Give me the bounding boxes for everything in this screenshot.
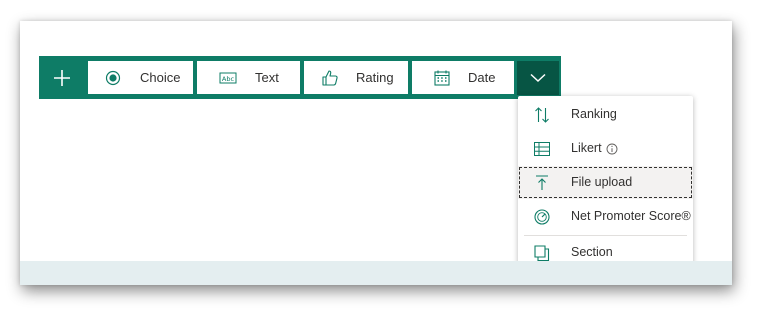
grid-table-icon	[534, 142, 550, 156]
svg-text:Abc: Abc	[222, 75, 235, 83]
date-label: Date	[468, 70, 496, 85]
menu-item-ranking[interactable]: Ranking	[518, 98, 693, 131]
calendar-icon	[434, 70, 450, 86]
menu-item-net-promoter-score[interactable]: Net Promoter Score®	[518, 200, 693, 233]
chevron-down-icon	[530, 73, 546, 83]
net-promoter-score-label: Net Promoter Score®	[571, 209, 691, 223]
form-editor-panel: Choice Abc Text Rating Date Ranking Like…	[20, 21, 732, 285]
plus-icon	[54, 69, 70, 86]
file-upload-label: File upload	[571, 175, 633, 189]
section-pages-icon	[534, 245, 550, 262]
menu-item-likert[interactable]: Likert	[518, 132, 693, 165]
upload-arrow-icon	[536, 175, 548, 190]
abc-textbox-icon: Abc	[219, 72, 237, 84]
ranking-label: Ranking	[571, 107, 617, 121]
rating-label: Rating	[356, 70, 394, 85]
info-icon[interactable]	[606, 143, 618, 155]
question-type-menu: Ranking Likert File upload Net Promoter …	[518, 96, 693, 270]
date-button[interactable]: Date	[412, 61, 514, 94]
menu-item-file-upload[interactable]: File upload	[518, 166, 693, 199]
add-new-button[interactable]	[39, 56, 85, 99]
choice-button[interactable]: Choice	[88, 61, 193, 94]
sort-arrows-icon	[535, 107, 549, 123]
text-label: Text	[255, 70, 279, 85]
choice-label: Choice	[140, 70, 181, 85]
section-label: Section	[571, 245, 613, 259]
footer-band	[20, 261, 732, 285]
more-question-types-button[interactable]	[517, 61, 559, 95]
radio-button-icon	[105, 70, 121, 86]
thumbs-up-icon	[322, 70, 338, 86]
likert-label: Likert	[571, 141, 602, 155]
gauge-icon	[534, 209, 550, 225]
text-button[interactable]: Abc Text	[197, 61, 300, 94]
rating-button[interactable]: Rating	[304, 61, 408, 94]
add-question-toolbar: Choice Abc Text Rating Date	[39, 56, 561, 99]
